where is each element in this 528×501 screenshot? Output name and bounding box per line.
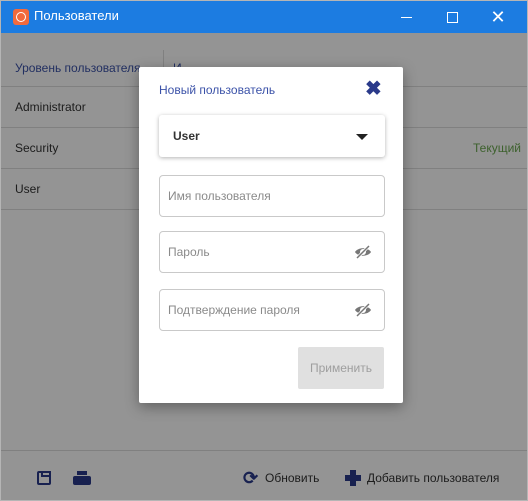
minimize-button[interactable] <box>383 1 429 33</box>
caret-down-icon <box>356 134 368 140</box>
eye-slash-icon[interactable] <box>354 245 372 259</box>
maximize-icon <box>446 11 458 23</box>
window-title: Пользователи <box>34 8 119 23</box>
dialog-close-icon[interactable]: ✖ <box>365 79 382 99</box>
dialog-title: Новый пользователь <box>159 83 276 97</box>
title-bar[interactable]: Пользователи ✕ <box>1 1 527 33</box>
username-input[interactable] <box>160 176 384 216</box>
confirm-password-field[interactable] <box>159 289 385 331</box>
close-window-button[interactable]: ✕ <box>475 1 521 33</box>
minimize-icon <box>400 16 412 18</box>
users-window: Пользователи ✕ Уровень пользователя И Ad… <box>0 0 528 501</box>
username-field[interactable] <box>159 175 385 217</box>
eye-slash-icon[interactable] <box>354 303 372 317</box>
role-select-value: User <box>173 129 200 143</box>
maximize-button[interactable] <box>429 1 475 33</box>
confirm-password-input[interactable] <box>160 290 384 330</box>
password-input[interactable] <box>160 232 384 272</box>
app-logo-icon <box>13 9 29 25</box>
role-select[interactable]: User <box>159 115 385 157</box>
new-user-dialog: Новый пользователь ✖ User Имя пользовате… <box>139 67 403 403</box>
close-icon: ✕ <box>490 7 506 27</box>
password-field[interactable] <box>159 231 385 273</box>
apply-button[interactable]: Применить <box>298 347 384 389</box>
